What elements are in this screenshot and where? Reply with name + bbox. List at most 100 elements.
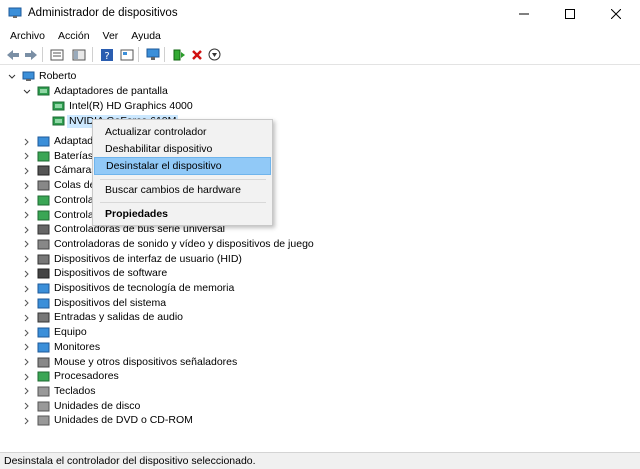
- menu-item-label: Desinstalar el dispositivo: [106, 160, 222, 172]
- title-bar: Administrador de dispositivos: [0, 0, 640, 27]
- uninstall-button[interactable]: [188, 46, 205, 63]
- tree-item[interactable]: Dispositivos del sistema: [0, 296, 300, 311]
- menu-item-label: Deshabilitar dispositivo: [105, 143, 213, 155]
- device-category-icon: [37, 195, 50, 206]
- tree-root-label: Roberto: [39, 70, 77, 82]
- tree-item[interactable]: Dispositivos de software: [0, 266, 300, 281]
- close-button[interactable]: [593, 0, 639, 27]
- tree-item[interactable]: Procesadores: [0, 369, 300, 384]
- tree-item[interactable]: Dispositivos de tecnología de memoria: [0, 281, 300, 296]
- maximize-button[interactable]: [547, 0, 593, 27]
- tree-item[interactable]: Unidades de disco: [0, 399, 300, 414]
- device-category-icon: [37, 357, 50, 367]
- close-icon: [611, 8, 621, 19]
- device-category-icon: [37, 254, 50, 265]
- menu-accion[interactable]: Acción: [53, 30, 95, 42]
- chevron-right-icon[interactable]: [22, 355, 32, 370]
- chevron-right-icon[interactable]: [22, 252, 32, 267]
- menu-item-disable-device[interactable]: Deshabilitar dispositivo: [94, 140, 271, 158]
- device-category-icon: [37, 180, 50, 191]
- status-text: Desinstala el controlador del dispositiv…: [4, 455, 256, 467]
- chevron-right-icon[interactable]: [22, 310, 32, 325]
- svg-text:?: ?: [104, 51, 109, 62]
- display-adapter-icon: [52, 101, 65, 111]
- help-icon: ?: [100, 48, 113, 62]
- tree-item[interactable]: Unidades de DVD o CD-ROM: [0, 413, 300, 428]
- tree-item[interactable]: Controladoras de sonido y vídeo y dispos…: [0, 237, 314, 252]
- device-category-icon: [37, 327, 50, 338]
- chevron-down-icon[interactable]: [7, 69, 17, 84]
- menu-ayuda[interactable]: Ayuda: [126, 30, 166, 42]
- tree-item[interactable]: Teclados: [0, 384, 300, 399]
- chevron-right-icon[interactable]: [22, 296, 32, 311]
- tree-item-label: Adaptadores de pantalla: [54, 85, 168, 97]
- tree-item[interactable]: Entradas y salidas de audio: [0, 310, 300, 325]
- context-menu: Actualizar controlador Deshabilitar disp…: [92, 119, 273, 226]
- back-icon: [6, 49, 19, 60]
- tree-item-label: Unidades de disco: [54, 399, 141, 412]
- menu-item-label: Actualizar controlador: [105, 126, 207, 138]
- chevron-right-icon[interactable]: [22, 134, 32, 149]
- chevron-right-icon[interactable]: [22, 237, 32, 252]
- forward-button[interactable]: [22, 46, 39, 63]
- properties-button[interactable]: [48, 46, 65, 63]
- toolbar: ?: [0, 44, 640, 65]
- tree-item-intel-graphics[interactable]: Intel(R) HD Graphics 4000: [0, 99, 300, 114]
- menu-item-uninstall-device[interactable]: Desinstalar el dispositivo: [94, 157, 271, 175]
- tree-item-label: Mouse y otros dispositivos señaladores: [54, 355, 238, 368]
- tree-root[interactable]: Roberto: [0, 69, 300, 84]
- device-manager-icon: [8, 7, 22, 18]
- view-icon: [120, 49, 133, 60]
- chevron-right-icon[interactable]: [22, 369, 32, 384]
- menu-archivo[interactable]: Archivo: [5, 30, 50, 42]
- device-category-icon: [37, 210, 50, 220]
- tree-item-label: Controladoras de sonido y vídeo y dispos…: [54, 237, 314, 250]
- chevron-right-icon[interactable]: [22, 222, 32, 237]
- minimize-button[interactable]: [501, 0, 547, 27]
- scan-monitor-button[interactable]: [144, 46, 161, 63]
- download-icon: [208, 48, 221, 61]
- chevron-right-icon[interactable]: [22, 266, 32, 281]
- chevron-down-icon[interactable]: [22, 84, 32, 99]
- chevron-right-icon[interactable]: [22, 325, 32, 340]
- device-category-icon: [37, 224, 50, 235]
- menu-item-update-driver[interactable]: Actualizar controlador: [94, 123, 271, 141]
- chevron-right-icon[interactable]: [22, 399, 32, 414]
- device-category-icon: [37, 312, 50, 323]
- menu-item-scan-hardware[interactable]: Buscar cambios de hardware: [94, 181, 271, 199]
- menu-item-properties[interactable]: Propiedades: [94, 205, 271, 223]
- tree-item-label: Cámaras: [54, 164, 97, 177]
- help-button[interactable]: ?: [98, 46, 115, 63]
- chevron-right-icon[interactable]: [22, 208, 32, 223]
- chevron-right-icon[interactable]: [22, 149, 32, 164]
- tree-item-label: Equipo: [54, 326, 87, 339]
- device-category-icon: [37, 371, 50, 382]
- tree-item-label: Monitores: [54, 340, 101, 353]
- chevron-right-icon[interactable]: [22, 178, 32, 193]
- chevron-right-icon[interactable]: [22, 413, 32, 428]
- tree-item[interactable]: Mouse y otros dispositivos señaladores: [0, 355, 300, 370]
- view-button[interactable]: [118, 46, 135, 63]
- chevron-right-icon[interactable]: [22, 163, 32, 178]
- chevron-right-icon[interactable]: [22, 281, 32, 296]
- tree-item[interactable]: Monitores: [0, 340, 300, 355]
- tree-item[interactable]: Dispositivos de interfaz de usuario (HID…: [0, 252, 300, 267]
- chevron-right-icon[interactable]: [22, 193, 32, 208]
- chevron-right-icon[interactable]: [22, 384, 32, 399]
- tree-item-label: Procesadores: [54, 370, 119, 383]
- device-category-icon: [37, 136, 50, 147]
- show-hide-tree-button[interactable]: [70, 46, 87, 63]
- tree-item[interactable]: Equipo: [0, 325, 300, 340]
- menu-item-label: Buscar cambios de hardware: [105, 184, 241, 196]
- monitor-icon: [146, 48, 159, 60]
- chevron-right-icon[interactable]: [22, 340, 32, 355]
- back-button[interactable]: [4, 46, 21, 63]
- tree-item-label: Dispositivos de software: [54, 267, 168, 280]
- device-category-icon: [37, 342, 50, 353]
- tree-item-label: Baterías: [54, 149, 94, 162]
- download-button[interactable]: [206, 46, 223, 63]
- device-category-icon: [37, 165, 50, 176]
- tree-item-display-adapters[interactable]: Adaptadores de pantalla: [0, 84, 300, 99]
- menu-ver[interactable]: Ver: [98, 30, 124, 42]
- update-driver-button[interactable]: [170, 46, 187, 63]
